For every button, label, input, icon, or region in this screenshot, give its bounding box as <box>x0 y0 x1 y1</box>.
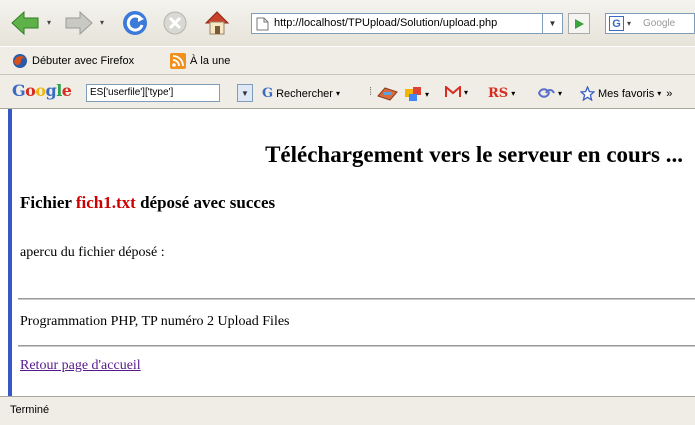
google-g-icon: G <box>262 86 274 101</box>
divider-top <box>18 298 695 300</box>
search-field[interactable]: G ▾ Google <box>605 13 695 34</box>
forward-dropdown-icon[interactable]: ▾ <box>100 18 104 27</box>
rss-icon <box>170 53 186 69</box>
toolbar-overflow-chevron[interactable]: » <box>666 88 672 100</box>
back-to-home-link[interactable]: Retour page d'accueil <box>20 358 141 374</box>
bookmarks-favorites-button[interactable]: Mes favoris ▾ » <box>580 86 672 101</box>
search-button-label: Rechercher <box>276 87 333 100</box>
chevron-down-icon[interactable]: ▾ <box>425 90 429 99</box>
page-icon <box>256 17 269 31</box>
file-preview-label: apercu du fichier déposé : <box>20 245 165 260</box>
google-toolbar: Google ES['userfile']['type'] ▼ G Recher… <box>0 75 695 109</box>
google-search-dropdown[interactable]: ▼ <box>237 84 253 102</box>
chevron-down-icon[interactable]: ▾ <box>336 89 340 98</box>
chevron-down-icon[interactable]: ▾ <box>511 89 515 98</box>
bookmark-getting-started[interactable]: Débuter avec Firefox <box>12 53 134 69</box>
bookmarks-toolbar: Débuter avec Firefox À la une <box>0 46 695 75</box>
firefox-icon <box>13 54 27 68</box>
rss-text-icon: RS <box>488 86 509 101</box>
go-arrow-icon <box>575 18 584 29</box>
star-icon <box>580 86 595 101</box>
home-button[interactable] <box>202 8 232 38</box>
uploaded-file-name: fich1.txt <box>75 193 136 212</box>
chevron-down-icon[interactable]: ▾ <box>464 88 468 97</box>
file-suffix: déposé avec succes <box>140 193 276 212</box>
back-button[interactable] <box>8 7 42 39</box>
reload-icon <box>123 11 147 35</box>
status-text: Terminé <box>10 404 50 416</box>
google-logo[interactable]: Google <box>12 81 72 100</box>
gmail-icon <box>445 86 461 97</box>
popup-blocker-button[interactable]: ▾ <box>404 86 429 102</box>
popup-blocker-icon <box>405 87 421 101</box>
favorites-label: Mes favoris <box>598 87 655 100</box>
stop-icon <box>163 11 187 35</box>
chevron-down-icon[interactable]: ▾ <box>558 89 562 98</box>
file-prefix: Fichier <box>20 193 72 212</box>
status-bar: Terminé <box>0 396 695 425</box>
url-bar[interactable]: http://localhost/TPUpload/Solution/uploa… <box>251 13 543 34</box>
back-arrow-icon <box>11 10 39 36</box>
bookmark-label: À la une <box>190 55 231 67</box>
share-icon <box>537 88 555 98</box>
google-search-input[interactable]: ES['userfile']['type'] <box>86 84 220 102</box>
bookmark-label: Débuter avec Firefox <box>32 55 135 67</box>
page-content: Téléchargement vers le serveur en cours … <box>8 109 695 396</box>
bookmark-headlines[interactable]: À la une <box>170 53 230 69</box>
rss-reader-button[interactable]: RS ▾ <box>488 86 515 101</box>
footer-text: Programmation PHP, TP numéro 2 Upload Fi… <box>20 314 290 329</box>
pagerank-icon <box>377 87 398 101</box>
back-dropdown-icon[interactable]: ▾ <box>47 18 51 27</box>
forward-arrow-icon <box>65 10 93 36</box>
url-text[interactable]: http://localhost/TPUpload/Solution/uploa… <box>274 17 542 29</box>
stop-button[interactable] <box>161 9 189 37</box>
go-button[interactable] <box>568 13 590 34</box>
search-placeholder[interactable]: Google <box>643 18 675 29</box>
navigation-toolbar: ▾ ▾ http://localhost/TPUpload/Solution/u… <box>0 0 695 46</box>
divider-bottom <box>18 345 695 347</box>
url-history-dropdown[interactable]: ▼ <box>543 13 563 34</box>
toolbar-separator-handle[interactable]: ⁞ <box>369 86 372 98</box>
gmail-button[interactable]: ▾ <box>445 86 468 98</box>
chevron-down-icon[interactable]: ▾ <box>657 89 661 98</box>
pagerank-button[interactable] <box>377 86 399 102</box>
page-title: Téléchargement vers le serveur en cours … <box>265 142 683 167</box>
home-icon <box>204 11 230 35</box>
share-button[interactable]: ▾ <box>537 86 562 100</box>
forward-button[interactable] <box>62 7 96 39</box>
reload-button[interactable] <box>120 8 150 38</box>
search-engine-dropdown-icon[interactable]: ▾ <box>627 19 631 28</box>
google-search-button[interactable]: G Rechercher ▾ <box>262 86 340 101</box>
search-engine-icon[interactable]: G <box>609 16 624 31</box>
upload-result-message: Fichier fich1.txt déposé avec succes <box>20 193 275 213</box>
